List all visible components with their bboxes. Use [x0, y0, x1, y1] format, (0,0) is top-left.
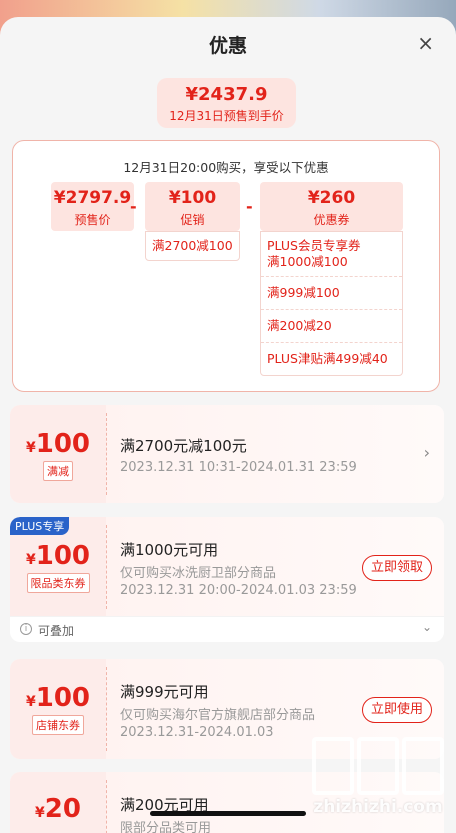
watermark-text: zhizhizhi.com — [313, 797, 443, 817]
watermark-glyph-icon — [402, 737, 444, 795]
home-indicator — [150, 811, 306, 816]
final-price-label: 12月31日预售到手价 — [169, 109, 284, 123]
site-watermark: zhizhizhi.com — [310, 737, 446, 827]
coupon-amount: ¥100 — [25, 429, 91, 459]
coupon-title: 满2700元减100元 — [120, 437, 247, 455]
coupon-title: 满1000元可用 — [120, 541, 219, 559]
promo-box: ¥100 促销 — [145, 182, 240, 231]
coupon-scope: 仅可购买冰洗厨卫部分商品 — [120, 566, 277, 581]
stackable-row[interactable]: i 可叠加 ⌄ — [10, 616, 444, 642]
promo-label: 促销 — [180, 213, 205, 227]
use-coupon-button[interactable]: 立即使用 — [362, 697, 432, 723]
coupon-amount: ¥100 — [25, 541, 91, 571]
final-price-amount: ¥2437.9 — [185, 84, 268, 105]
breakdown-title: 12月31日20:00购买，享受以下优惠 — [123, 160, 329, 175]
plus-exclusive-badge: PLUS专享 — [10, 517, 70, 535]
coupon-card[interactable]: ¥100 满减 满2700元减100元 2023.12.31 10:31-202… — [10, 405, 444, 503]
chevron-right-icon[interactable]: › — [424, 443, 430, 462]
price-breakdown-card: 12月31日20:00购买，享受以下优惠 ¥2797.9 预售价 - ¥100 … — [12, 140, 440, 392]
coupon-amount: ¥100 — [25, 683, 91, 713]
discount-sheet: 优惠 × ¥2437.9 12月31日预售到手价 12月31日20:00购买，享… — [0, 17, 456, 833]
coupon-validity: 2023.12.31 10:31-2024.01.31 23:59 — [120, 460, 357, 475]
coupon-validity: 2023.12.31 20:00-2024.01.03 23:59 — [120, 583, 357, 598]
watermark-glyph-icon — [357, 737, 399, 795]
minus-sign: - — [246, 197, 253, 216]
coupon-title: 满999元可用 — [120, 683, 209, 701]
watermark-glyph-icon — [312, 737, 354, 795]
coupon-box: ¥260 优惠券 — [260, 182, 403, 231]
coupon-amount: ¥20 — [35, 794, 81, 824]
coupon-item: 满200减20 — [261, 310, 402, 343]
promo-list: 满2700减100 — [145, 231, 240, 261]
chevron-down-icon[interactable]: ⌄ — [422, 620, 432, 634]
coupon-item: PLUS津贴满499减40 — [267, 351, 388, 366]
sheet-title: 优惠 — [208, 35, 247, 57]
info-icon: i — [20, 623, 32, 635]
coupon-type-tag: 店铺东券 — [32, 715, 84, 735]
coupon-card: PLUS专享 ¥100 限品类东券 满1000元可用 仅可购买冰洗厨卫部分商品 … — [10, 517, 444, 617]
coupon-type-tag: 满减 — [43, 461, 73, 481]
coupon-type-tag: 限品类东券 — [26, 573, 90, 593]
presale-label: 预售价 — [74, 213, 111, 227]
coupon-scope: 仅可购买海尔官方旗舰店部分商品 — [120, 708, 316, 723]
coupon-label: 优惠券 — [313, 213, 350, 227]
claim-coupon-button[interactable]: 立即领取 — [362, 555, 432, 581]
promo-value: ¥100 — [168, 188, 217, 208]
coupon-list: PLUS会员专享券 满1000减100 满999减100 满200减20 PLU… — [260, 231, 403, 376]
final-price-badge: ¥2437.9 12月31日预售到手价 — [157, 78, 296, 128]
presale-price-box: ¥2797.9 预售价 — [51, 182, 134, 231]
close-icon[interactable]: × — [417, 31, 434, 55]
presale-value: ¥2797.9 — [53, 188, 132, 208]
coupon-item: 满999减100 — [261, 277, 402, 310]
stackable-label: 可叠加 — [38, 624, 75, 638]
coupon-item: PLUS会员专享券 满1000减100 — [261, 232, 402, 277]
promo-item: 满2700减100 — [152, 238, 233, 253]
coupon-validity: 2023.12.31-2024.01.03 — [120, 725, 274, 740]
coupon-scope: 限部分品类可用 — [120, 821, 212, 833]
minus-sign: - — [130, 197, 137, 216]
coupon-value: ¥260 — [307, 188, 356, 208]
